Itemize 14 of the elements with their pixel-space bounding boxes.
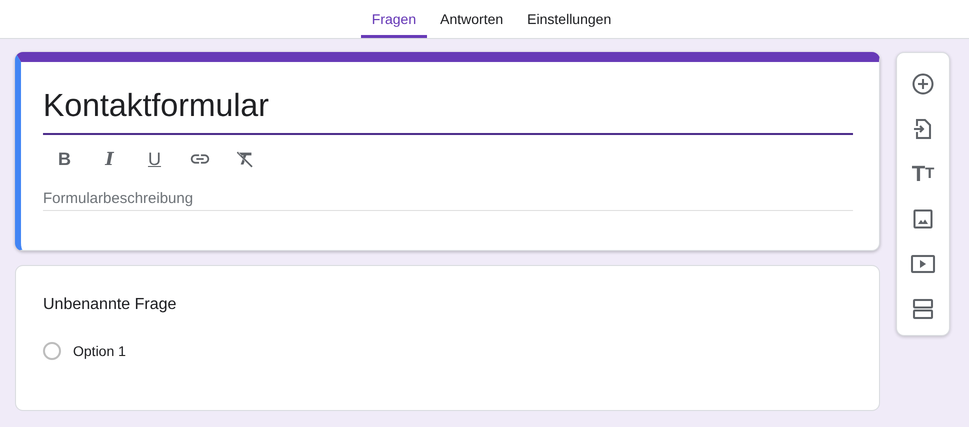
italic-button[interactable]: I bbox=[90, 141, 129, 177]
tab[interactable]: Antworten bbox=[429, 0, 514, 38]
question-title: Unbenannte Frage bbox=[43, 296, 176, 313]
option-label: Option 1 bbox=[73, 343, 126, 359]
bold-button[interactable]: B bbox=[45, 141, 84, 177]
radio-button[interactable] bbox=[43, 342, 61, 360]
add-title-button[interactable]: TT bbox=[903, 153, 943, 194]
plus-circle-icon bbox=[911, 72, 935, 96]
tab[interactable]: Einstellungen bbox=[516, 0, 622, 38]
tab[interactable]: Fragen bbox=[360, 0, 428, 38]
image-icon bbox=[911, 206, 935, 230]
section-icon bbox=[911, 296, 935, 320]
title-field[interactable]: Kontaktformular bbox=[43, 78, 853, 135]
underline-button[interactable]: U bbox=[135, 141, 174, 177]
